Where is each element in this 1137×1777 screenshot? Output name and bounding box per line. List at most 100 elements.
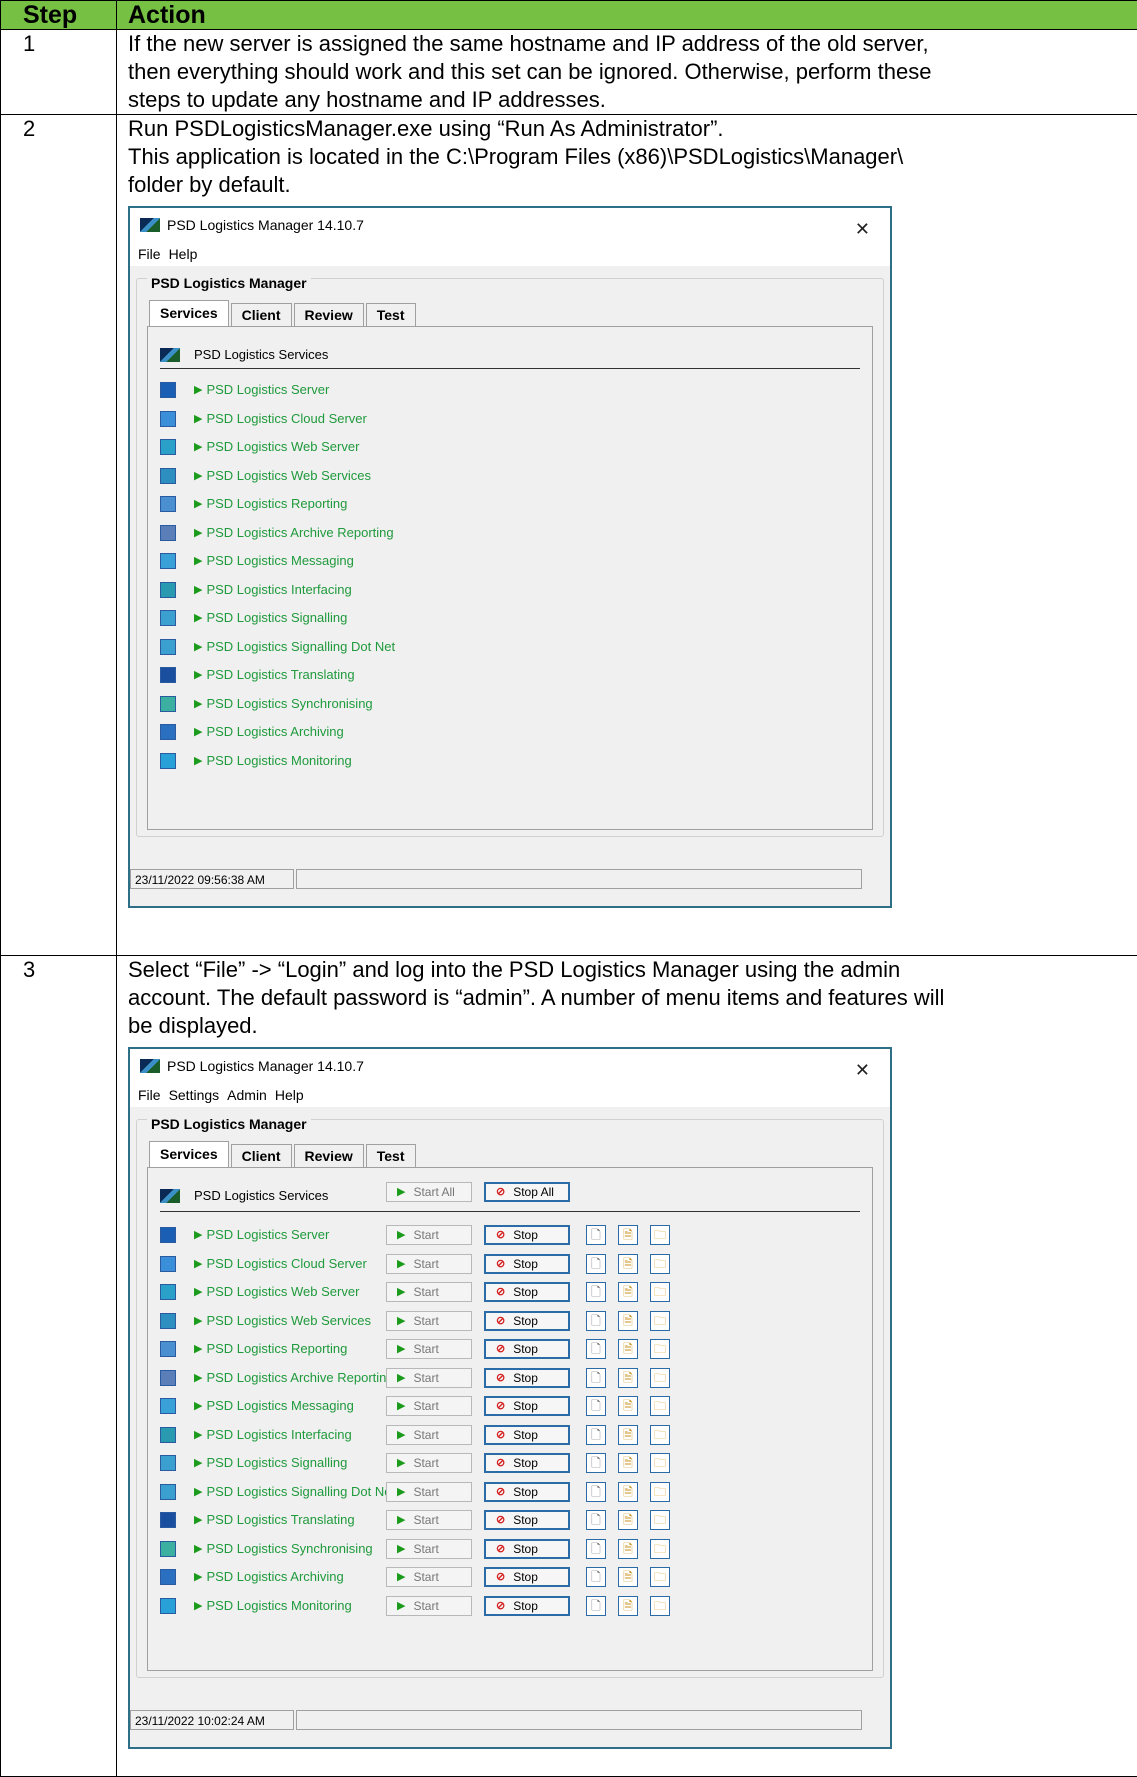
service-name[interactable]: PSD Logistics Monitoring — [206, 747, 351, 775]
open-folder-button[interactable]: 🗀 — [650, 1539, 670, 1559]
tab-client[interactable]: Client — [231, 1144, 292, 1167]
log-file-button[interactable]: 🗋 — [586, 1311, 606, 1331]
view-log-button[interactable]: 🗎 — [618, 1482, 638, 1502]
open-folder-button[interactable]: 🗀 — [650, 1510, 670, 1530]
service-name[interactable]: PSD Logistics Web Server — [206, 1278, 359, 1306]
start-all-button[interactable]: ▶ Start All — [386, 1182, 472, 1202]
start-button[interactable]: ▶Start — [386, 1339, 472, 1359]
view-log-button[interactable]: 🗎 — [618, 1282, 638, 1302]
stop-button[interactable]: ⊘Stop — [484, 1339, 570, 1359]
start-button[interactable]: ▶Start — [386, 1396, 472, 1416]
menu-file[interactable]: File — [138, 1081, 161, 1109]
start-button[interactable]: ▶Start — [386, 1311, 472, 1331]
service-name[interactable]: PSD Logistics Web Services — [206, 462, 371, 490]
log-file-button[interactable]: 🗋 — [586, 1510, 606, 1530]
stop-button[interactable]: ⊘Stop — [484, 1596, 570, 1616]
view-log-button[interactable]: 🗎 — [618, 1396, 638, 1416]
view-log-button[interactable]: 🗎 — [618, 1368, 638, 1388]
service-name[interactable]: PSD Logistics Server — [206, 376, 329, 404]
stop-button[interactable]: ⊘Stop — [484, 1453, 570, 1473]
view-log-button[interactable]: 🗎 — [618, 1225, 638, 1245]
open-folder-button[interactable]: 🗀 — [650, 1225, 670, 1245]
stop-button[interactable]: ⊘Stop — [484, 1311, 570, 1331]
log-file-button[interactable]: 🗋 — [586, 1396, 606, 1416]
start-button[interactable]: ▶Start — [386, 1453, 472, 1473]
open-folder-button[interactable]: 🗀 — [650, 1425, 670, 1445]
view-log-button[interactable]: 🗎 — [618, 1510, 638, 1530]
service-name[interactable]: PSD Logistics Archive Reporting — [206, 1364, 393, 1392]
service-name[interactable]: PSD Logistics Archiving — [206, 718, 343, 746]
tab-client[interactable]: Client — [231, 303, 292, 326]
start-button[interactable]: ▶Start — [386, 1368, 472, 1388]
view-log-button[interactable]: 🗎 — [618, 1453, 638, 1473]
stop-button[interactable]: ⊘Stop — [484, 1254, 570, 1274]
start-button[interactable]: ▶Start — [386, 1425, 472, 1445]
tab-review[interactable]: Review — [294, 1144, 364, 1167]
start-button[interactable]: ▶Start — [386, 1482, 472, 1502]
open-folder-button[interactable]: 🗀 — [650, 1482, 670, 1502]
service-name[interactable]: PSD Logistics Server — [206, 1221, 329, 1249]
stop-button[interactable]: ⊘Stop — [484, 1396, 570, 1416]
service-name[interactable]: PSD Logistics Synchronising — [206, 1535, 372, 1563]
view-log-button[interactable]: 🗎 — [618, 1254, 638, 1274]
log-file-button[interactable]: 🗋 — [586, 1539, 606, 1559]
log-file-button[interactable]: 🗋 — [586, 1368, 606, 1388]
log-file-button[interactable]: 🗋 — [586, 1339, 606, 1359]
start-button[interactable]: ▶Start — [386, 1510, 472, 1530]
tab-review[interactable]: Review — [294, 303, 364, 326]
service-name[interactable]: PSD Logistics Translating — [206, 661, 354, 689]
log-file-button[interactable]: 🗋 — [586, 1453, 606, 1473]
stop-button[interactable]: ⊘Stop — [484, 1482, 570, 1502]
service-name[interactable]: PSD Logistics Web Server — [206, 433, 359, 461]
log-file-button[interactable]: 🗋 — [586, 1225, 606, 1245]
log-file-button[interactable]: 🗋 — [586, 1425, 606, 1445]
view-log-button[interactable]: 🗎 — [618, 1425, 638, 1445]
start-button[interactable]: ▶Start — [386, 1254, 472, 1274]
service-name[interactable]: PSD Logistics Signalling — [206, 604, 347, 632]
service-name[interactable]: PSD Logistics Synchronising — [206, 690, 372, 718]
open-folder-button[interactable]: 🗀 — [650, 1596, 670, 1616]
service-name[interactable]: PSD Logistics Archiving — [206, 1563, 343, 1591]
service-name[interactable]: PSD Logistics Signalling — [206, 1449, 347, 1477]
menu-help[interactable]: Help — [275, 1081, 304, 1109]
service-name[interactable]: PSD Logistics Archive Reporting — [206, 519, 393, 547]
stop-button[interactable]: ⊘Stop — [484, 1425, 570, 1445]
start-button[interactable]: ▶Start — [386, 1282, 472, 1302]
view-log-button[interactable]: 🗎 — [618, 1539, 638, 1559]
service-name[interactable]: PSD Logistics Reporting — [206, 1335, 347, 1363]
service-name[interactable]: PSD Logistics Translating — [206, 1506, 354, 1534]
menu-help[interactable]: Help — [169, 240, 198, 268]
log-file-button[interactable]: 🗋 — [586, 1282, 606, 1302]
start-button[interactable]: ▶Start — [386, 1225, 472, 1245]
tab-services[interactable]: Services — [149, 300, 229, 326]
close-icon[interactable]: ✕ — [855, 215, 870, 243]
open-folder-button[interactable]: 🗀 — [650, 1254, 670, 1274]
open-folder-button[interactable]: 🗀 — [650, 1282, 670, 1302]
open-folder-button[interactable]: 🗀 — [650, 1396, 670, 1416]
service-name[interactable]: PSD Logistics Cloud Server — [206, 1250, 366, 1278]
stop-button[interactable]: ⊘Stop — [484, 1539, 570, 1559]
stop-button[interactable]: ⊘Stop — [484, 1225, 570, 1245]
log-file-button[interactable]: 🗋 — [586, 1596, 606, 1616]
service-name[interactable]: PSD Logistics Cloud Server — [206, 405, 366, 433]
open-folder-button[interactable]: 🗀 — [650, 1368, 670, 1388]
start-button[interactable]: ▶Start — [386, 1596, 472, 1616]
menu-admin[interactable]: Admin — [227, 1081, 267, 1109]
service-name[interactable]: PSD Logistics Interfacing — [206, 576, 351, 604]
stop-all-button[interactable]: ⊘ Stop All — [484, 1182, 570, 1202]
start-button[interactable]: ▶Start — [386, 1539, 472, 1559]
service-name[interactable]: PSD Logistics Interfacing — [206, 1421, 351, 1449]
service-name[interactable]: PSD Logistics Reporting — [206, 490, 347, 518]
log-file-button[interactable]: 🗋 — [586, 1567, 606, 1587]
menu-file[interactable]: File — [138, 240, 161, 268]
service-name[interactable]: PSD Logistics Messaging — [206, 1392, 353, 1420]
log-file-button[interactable]: 🗋 — [586, 1254, 606, 1274]
view-log-button[interactable]: 🗎 — [618, 1311, 638, 1331]
tab-test[interactable]: Test — [366, 1144, 416, 1167]
open-folder-button[interactable]: 🗀 — [650, 1311, 670, 1331]
open-folder-button[interactable]: 🗀 — [650, 1339, 670, 1359]
view-log-button[interactable]: 🗎 — [618, 1567, 638, 1587]
service-name[interactable]: PSD Logistics Web Services — [206, 1307, 371, 1335]
menu-settings[interactable]: Settings — [169, 1081, 220, 1109]
view-log-button[interactable]: 🗎 — [618, 1596, 638, 1616]
